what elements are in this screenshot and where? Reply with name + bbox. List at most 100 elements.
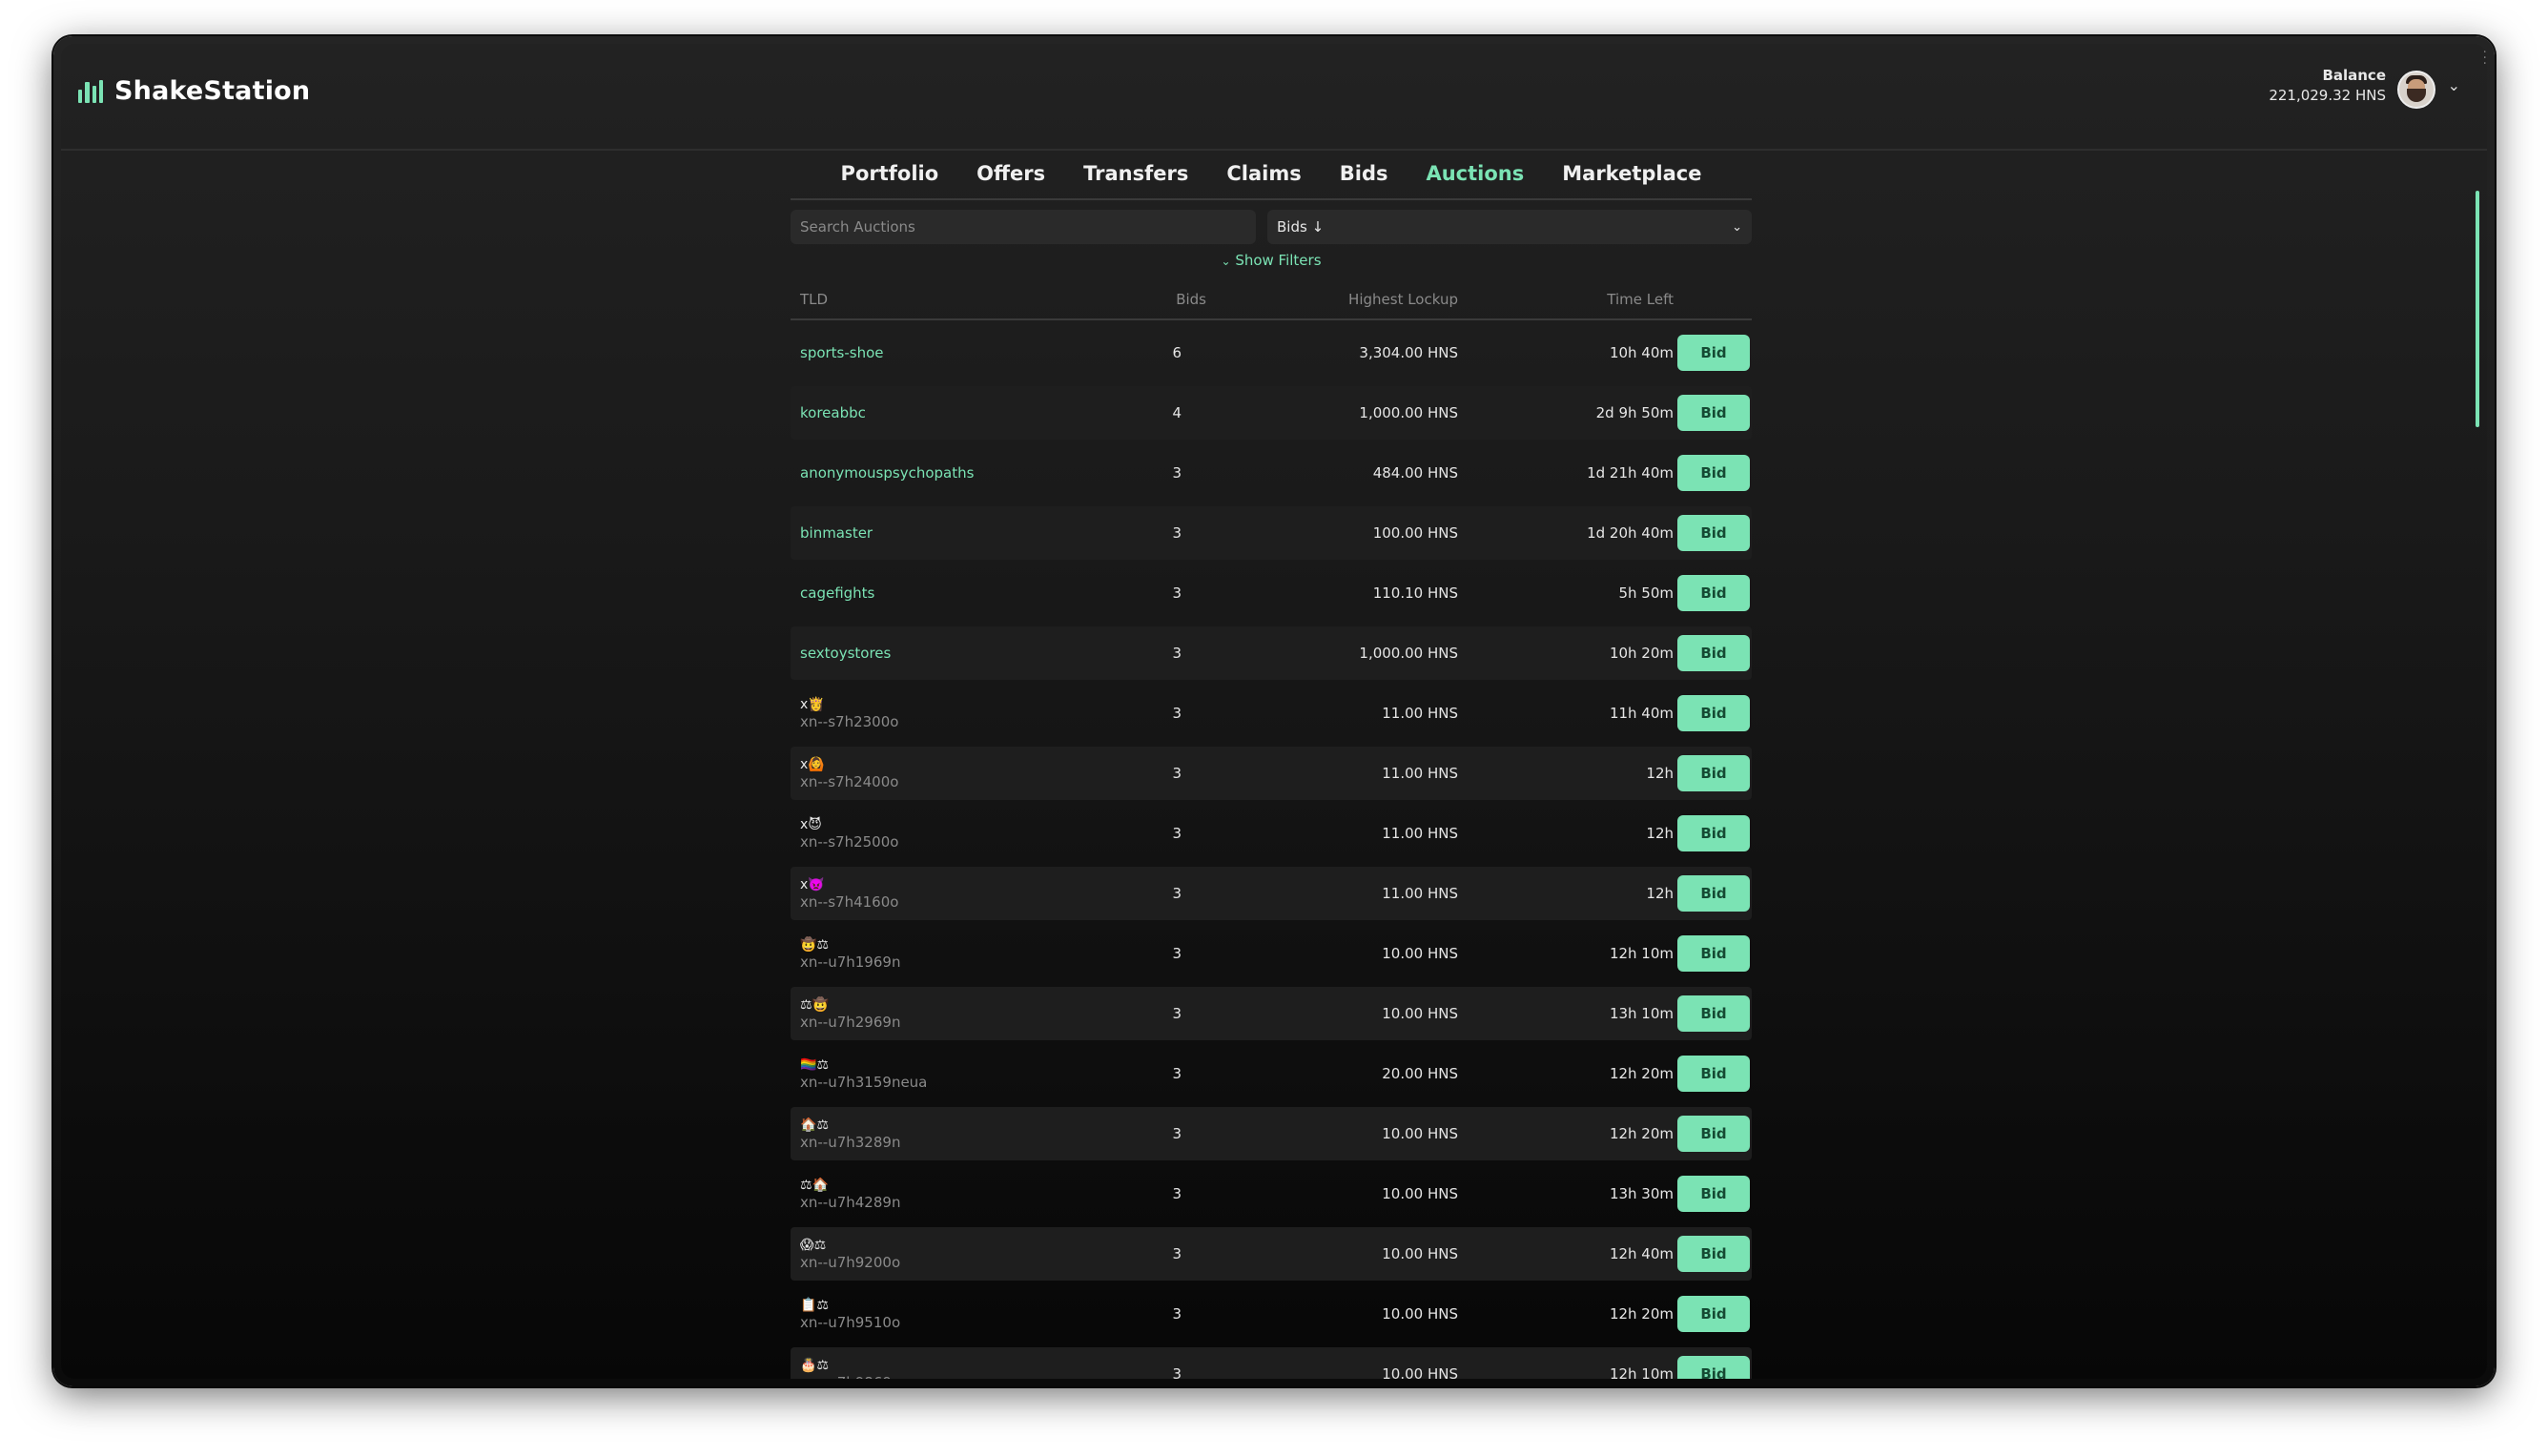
tld-link[interactable]: sports-shoe — [791, 344, 1134, 361]
tld-punycode: xn--u7h9510o — [800, 1314, 901, 1331]
bid-button[interactable]: Bid — [1677, 935, 1750, 972]
bid-button[interactable]: Bid — [1677, 815, 1750, 851]
bids-count: 3 — [1172, 945, 1182, 962]
app-window: ShakeStation Balance 221,029.32 HNS ⌄ · ·… — [53, 36, 2495, 1386]
tld-emoji: 🏳️‍🌈⚖ — [800, 1057, 829, 1073]
bids-count: 3 — [1172, 1125, 1182, 1142]
bid-button[interactable]: Bid — [1677, 1296, 1750, 1332]
sort-select[interactable]: Bids ↓ ⌄ — [1267, 210, 1752, 244]
bids-count: 3 — [1172, 705, 1182, 722]
tab-marketplace[interactable]: Marketplace — [1543, 149, 1720, 198]
bid-button[interactable]: Bid — [1677, 335, 1750, 371]
tld-emoji: ⚖🏠 — [800, 1178, 829, 1193]
bid-button[interactable]: Bid — [1677, 395, 1750, 431]
column-header-bids[interactable]: Bids — [1134, 291, 1229, 308]
bid-button[interactable]: Bid — [1677, 995, 1750, 1032]
tab-transfers[interactable]: Transfers — [1064, 149, 1207, 198]
tld-cell[interactable]: 😱⚖ xn--u7h9200o — [791, 1237, 1134, 1271]
scrollbar[interactable] — [2476, 191, 2479, 427]
table-row: koreabbc 4 1,000.00 HNS 2d 9h 50m Bid — [791, 386, 1752, 440]
column-header-lockup[interactable]: Highest Lockup — [1229, 291, 1458, 308]
tld-link[interactable]: cagefights — [791, 584, 1134, 602]
time-left: 1d 20h 40m — [1587, 524, 1674, 542]
tld-punycode: xn--u7h3289n — [800, 1134, 901, 1151]
table-row: 🎂⚖xn--u7h9869n 3 10.00 HNS 12h 10mBid — [791, 1347, 1752, 1379]
bid-button[interactable]: Bid — [1677, 755, 1750, 791]
bid-button[interactable]: Bid — [1677, 455, 1750, 491]
highest-lockup: 10.00 HNS — [1382, 1185, 1458, 1202]
show-filters-toggle[interactable]: ⌄ Show Filters — [791, 252, 1752, 273]
more-vertical-icon[interactable]: · · · — [2483, 46, 2487, 71]
tld-punycode: xn--u7h2969n — [800, 1014, 901, 1031]
chevron-down-icon: ⌄ — [1221, 255, 1231, 268]
tab-auctions[interactable]: Auctions — [1407, 149, 1543, 198]
chevron-down-icon: ⌄ — [1732, 219, 1742, 235]
time-left: 10h 20m — [1609, 645, 1674, 662]
bid-button[interactable]: Bid — [1677, 695, 1750, 731]
bids-count: 3 — [1172, 1065, 1182, 1082]
tab-bids[interactable]: Bids — [1321, 149, 1408, 198]
table-row: 😱⚖ xn--u7h9200o 3 10.00 HNS 12h 40m Bid — [791, 1227, 1752, 1281]
bids-count: 4 — [1172, 404, 1182, 421]
tld-cell[interactable]: x👿 xn--s7h4160o — [791, 876, 1134, 911]
app-frame: ShakeStation Balance 221,029.32 HNS ⌄ · ·… — [61, 44, 2487, 1379]
bids-count: 3 — [1172, 464, 1182, 482]
bid-button[interactable]: Bid — [1677, 875, 1750, 912]
bid-button[interactable]: Bid — [1677, 635, 1750, 671]
filters-row: Bids ↓ ⌄ — [791, 210, 1752, 244]
table-row: anonymouspsychopaths 3 484.00 HNS 1d 21h 40… — [791, 446, 1752, 500]
bids-count: 6 — [1172, 344, 1182, 361]
column-header-time-left[interactable]: Time Left — [1458, 291, 1674, 308]
bid-button[interactable]: Bid — [1677, 515, 1750, 551]
highest-lockup: 484.00 HNS — [1372, 464, 1458, 482]
time-left: 12h — [1646, 825, 1674, 842]
search-input[interactable] — [791, 210, 1256, 244]
tld-link[interactable]: anonymouspsychopaths — [791, 464, 1134, 482]
table-row: sports-shoe 6 3,304.00 HNS 10h 40m Bid — [791, 326, 1752, 379]
highest-lockup: 10.00 HNS — [1382, 1305, 1458, 1323]
bid-button[interactable]: Bid — [1677, 1236, 1750, 1272]
tld-link[interactable]: sextoystores — [791, 645, 1134, 662]
tld-cell[interactable]: 🤠⚖ xn--u7h1969n — [791, 936, 1134, 971]
bids-count: 3 — [1172, 885, 1182, 902]
time-left: 10h 40m — [1609, 344, 1674, 361]
column-header-tld[interactable]: TLD — [791, 291, 1134, 308]
tld-cell[interactable]: ⚖🤠 xn--u7h2969n — [791, 996, 1134, 1031]
tld-cell[interactable]: 🎂⚖xn--u7h9869n — [791, 1357, 1134, 1379]
tab-portfolio[interactable]: Portfolio — [822, 149, 958, 198]
bid-button[interactable]: Bid — [1677, 1356, 1750, 1379]
tld-link[interactable]: binmaster — [791, 524, 1134, 542]
tab-offers[interactable]: Offers — [957, 149, 1064, 198]
bids-count: 3 — [1172, 825, 1182, 842]
chevron-down-icon[interactable]: ⌄ — [2448, 76, 2460, 94]
tld-cell[interactable]: x🙆 xn--s7h2400o — [791, 756, 1134, 790]
bid-button[interactable]: Bid — [1677, 1116, 1750, 1152]
tld-cell[interactable]: x😈 xn--s7h2500o — [791, 816, 1134, 851]
tld-cell[interactable]: 🏳️‍🌈⚖ xn--u7h3159neua — [791, 1056, 1134, 1091]
time-left: 5h 50m — [1618, 584, 1674, 602]
highest-lockup: 1,000.00 HNS — [1359, 404, 1458, 421]
tld-punycode: xn--u7h4289n — [800, 1194, 901, 1211]
tab-claims[interactable]: Claims — [1207, 149, 1320, 198]
tld-emoji: x👸 — [800, 697, 825, 712]
time-left: 2d 9h 50m — [1595, 404, 1674, 421]
tld-cell[interactable]: ⚖🏠 xn--u7h4289n — [791, 1177, 1134, 1211]
bid-button[interactable]: Bid — [1677, 575, 1750, 611]
avatar-icon[interactable] — [2397, 71, 2435, 109]
tld-punycode: xn--u7h3159neua — [800, 1074, 928, 1091]
highest-lockup: 20.00 HNS — [1382, 1065, 1458, 1082]
time-left: 13h 30m — [1609, 1185, 1674, 1202]
table-row: cagefights 3 110.10 HNS 5h 50m Bid — [791, 566, 1752, 620]
bid-button[interactable]: Bid — [1677, 1176, 1750, 1212]
tld-punycode: xn--u7h1969n — [800, 954, 901, 971]
highest-lockup: 11.00 HNS — [1382, 825, 1458, 842]
tld-cell[interactable]: 📋⚖ xn--u7h9510o — [791, 1297, 1134, 1331]
bid-button[interactable]: Bid — [1677, 1056, 1750, 1092]
tld-cell[interactable]: 🏠⚖ xn--u7h3289n — [791, 1117, 1134, 1151]
highest-lockup: 100.00 HNS — [1372, 524, 1458, 542]
tld-cell[interactable]: x👸 xn--s7h2300o — [791, 696, 1134, 730]
logo[interactable]: ShakeStation — [78, 76, 310, 106]
tld-link[interactable]: koreabbc — [791, 404, 1134, 421]
time-left: 13h 10m — [1609, 1005, 1674, 1022]
highest-lockup: 10.00 HNS — [1382, 945, 1458, 962]
